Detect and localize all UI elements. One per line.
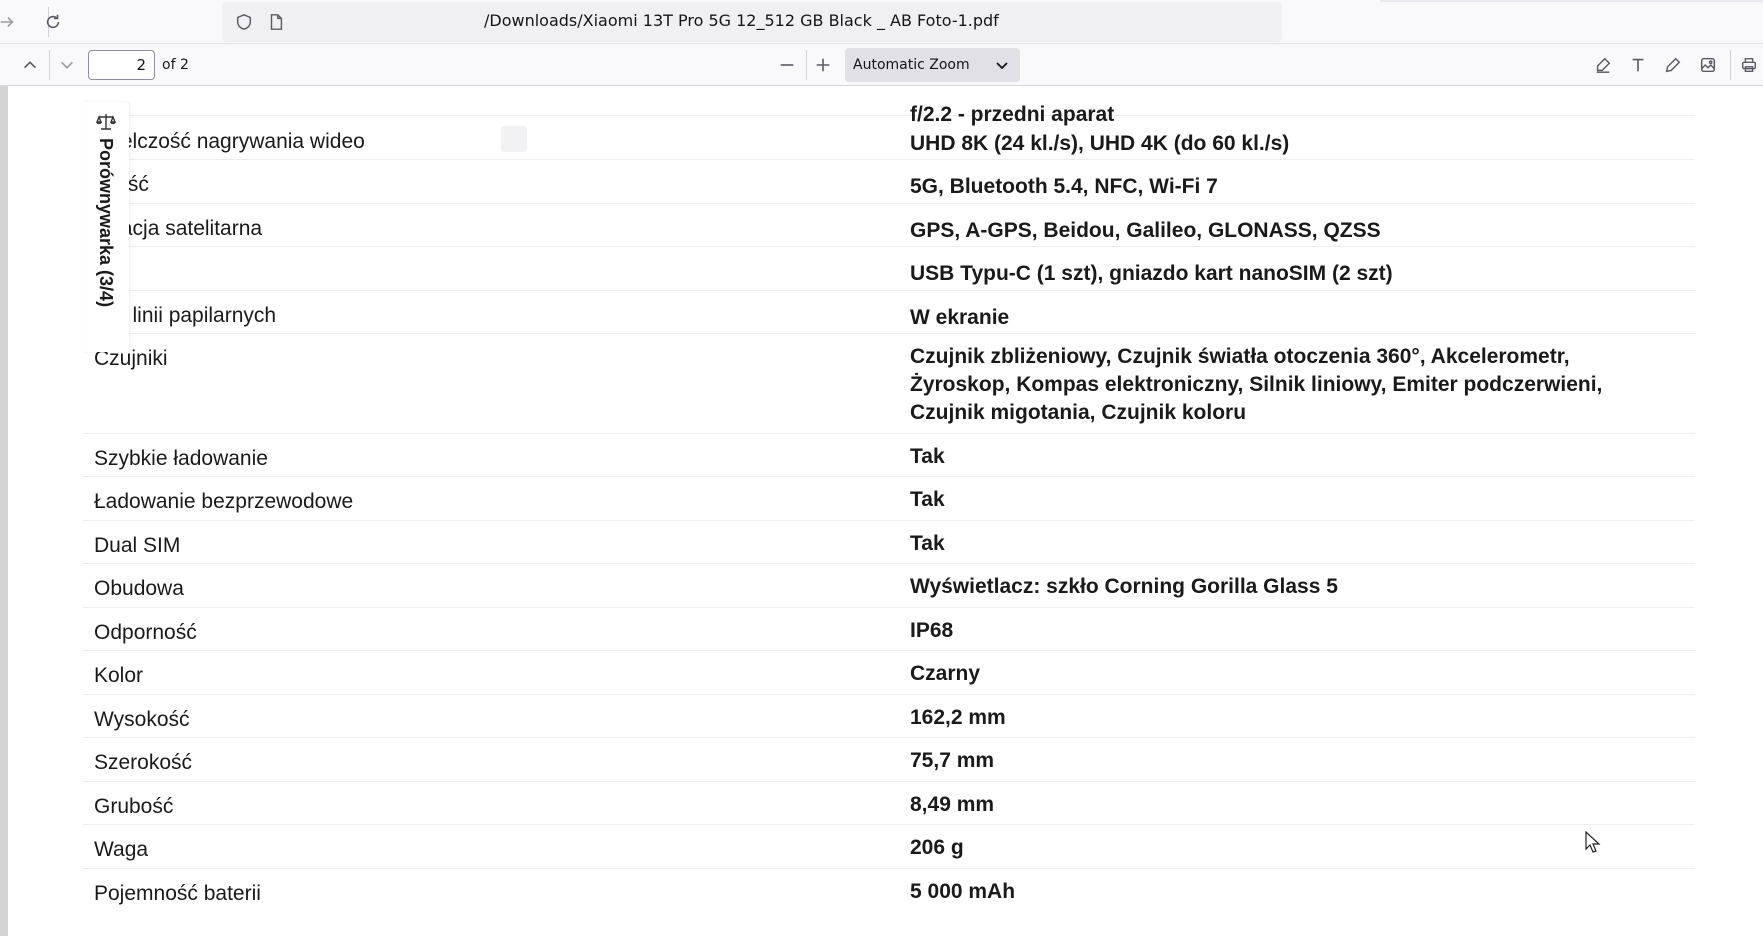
- table-row: Grubość 8,49 mm: [83, 782, 1695, 825]
- print-icon[interactable]: [1734, 50, 1763, 80]
- spec-value: 5 000 mAh: [910, 880, 1016, 903]
- url-text[interactable]: /Downloads/Xiaomi 13T Pro 5G 12_512 GB B…: [484, 11, 999, 30]
- pdf-viewer[interactable]: f/2.2 - przedni aparat dzielczość nagryw…: [0, 86, 1763, 936]
- spec-label: Dual SIM: [94, 534, 181, 557]
- scale-icon: [96, 114, 116, 130]
- spec-label: Szerokość: [94, 751, 193, 774]
- table-row: f/2.2 - przedni aparat: [83, 86, 1695, 126]
- table-row: Waga 206 g: [83, 825, 1695, 869]
- table-row: cza USB Typu-C (1 szt), gniazdo kart nan…: [83, 247, 1695, 291]
- shield-icon[interactable]: [234, 12, 254, 32]
- spec-label: Grubość: [94, 795, 174, 818]
- spec-value: UHD 8K (24 kl./s), UHD 4K (do 60 kl./s): [910, 132, 1290, 155]
- spec-label: Waga: [94, 838, 149, 861]
- url-bar-edge: [1380, 0, 1763, 2]
- pdf-toolbar: of 2 Automatic Zoom: [0, 44, 1763, 86]
- table-row: Dual SIM Tak: [83, 521, 1695, 564]
- table-row: Obudowa Wyświetlacz: szkło Corning Goril…: [83, 564, 1695, 608]
- spec-value: GPS, A-GPS, Beidou, Galileo, GLONASS, QZ…: [910, 219, 1381, 242]
- table-row: Szerokość 75,7 mm: [83, 738, 1695, 782]
- spec-value: 75,7 mm: [910, 749, 995, 772]
- document-icon[interactable]: [266, 12, 286, 32]
- page-number-input[interactable]: [88, 50, 155, 80]
- spec-value: 5G, Bluetooth 5.4, NFC, Wi-Fi 7: [910, 175, 1218, 198]
- spec-value: USB Typu-C (1 szt), gniazdo kart nanoSIM…: [910, 262, 1393, 285]
- spec-value: 8,49 mm: [910, 793, 995, 816]
- table-row: Wysokość 162,2 mm: [83, 695, 1695, 738]
- spec-value: Czarny: [910, 662, 981, 685]
- image-icon[interactable]: [1693, 50, 1723, 80]
- spec-label: Kolor: [94, 664, 144, 687]
- table-row: Czujniki Czujnik zbliżeniowy, Czujnik św…: [83, 334, 1695, 434]
- spec-value: Tak: [910, 488, 945, 511]
- mouse-cursor-icon: [1585, 831, 1601, 853]
- zoom-select[interactable]: Automatic Zoom: [845, 48, 1020, 82]
- highlight-icon[interactable]: [1588, 50, 1618, 80]
- spec-value: Tak: [910, 532, 945, 555]
- text-tool-icon[interactable]: [1623, 50, 1653, 80]
- spec-label: Obudowa: [94, 577, 184, 600]
- browser-toolbar: /Downloads/Xiaomi 13T Pro 5G 12_512 GB B…: [0, 0, 1763, 44]
- chevron-down-icon: [996, 62, 1008, 70]
- spec-label: Ładowanie bezprzewodowe: [94, 490, 354, 513]
- table-row: Pojemność baterii 5 000 mAh: [83, 869, 1695, 929]
- spec-label: Szybkie ładowanie: [94, 447, 268, 470]
- zoom-in-button[interactable]: [808, 50, 838, 80]
- zoom-out-button[interactable]: [772, 50, 802, 80]
- toolbar-separator: [1730, 50, 1731, 80]
- table-row: vigacja satelitarna GPS, A-GPS, Beidou, …: [83, 204, 1695, 247]
- table-row: tnik linii papilarnych W ekranie: [83, 291, 1695, 334]
- placeholder-box: [501, 126, 527, 152]
- table-row: Kolor Czarny: [83, 651, 1695, 695]
- draw-icon[interactable]: [1658, 50, 1688, 80]
- spec-value: IP68: [910, 619, 954, 642]
- reload-icon[interactable]: [38, 7, 68, 37]
- toolbar-separator: [806, 50, 807, 80]
- table-row: Ładowanie bezprzewodowe Tak: [83, 477, 1695, 521]
- table-row: Szybkie ładowanie Tak: [83, 434, 1695, 477]
- zoom-label: Automatic Zoom: [853, 57, 970, 73]
- table-row: zność 5G, Bluetooth 5.4, NFC, Wi-Fi 7: [83, 160, 1695, 204]
- compare-tab[interactable]: Porównywarka (3/4): [83, 102, 129, 352]
- spec-label: Wysokość: [94, 708, 190, 731]
- spec-value: 162,2 mm: [910, 706, 1006, 729]
- toolbar-separator: [49, 50, 50, 80]
- spec-value: 206 g: [910, 836, 964, 859]
- spec-value: Czujnik zbliżeniowy, Czujnik światła oto…: [910, 345, 1603, 424]
- next-page-button[interactable]: [52, 50, 82, 80]
- table-row: dzielczość nagrywania wideo UHD 8K (24 k…: [83, 116, 1695, 160]
- spec-value: Wyświetlacz: szkło Corning Gorilla Glass…: [910, 575, 1338, 598]
- compare-tab-label: Porównywarka (3/4): [96, 138, 116, 308]
- page-count: of 2: [162, 57, 189, 73]
- spec-value: W ekranie: [910, 306, 1010, 329]
- previous-page-button[interactable]: [15, 50, 45, 80]
- spec-label: dzielczość nagrywania wideo: [94, 130, 365, 153]
- forward-icon[interactable]: [0, 7, 22, 37]
- spec-value: Tak: [910, 445, 945, 468]
- pdf-page: f/2.2 - przedni aparat dzielczość nagryw…: [8, 86, 1763, 936]
- table-row: Odporność IP68: [83, 608, 1695, 651]
- spec-label: Odporność: [94, 621, 197, 644]
- spec-label: Pojemność baterii: [94, 882, 261, 905]
